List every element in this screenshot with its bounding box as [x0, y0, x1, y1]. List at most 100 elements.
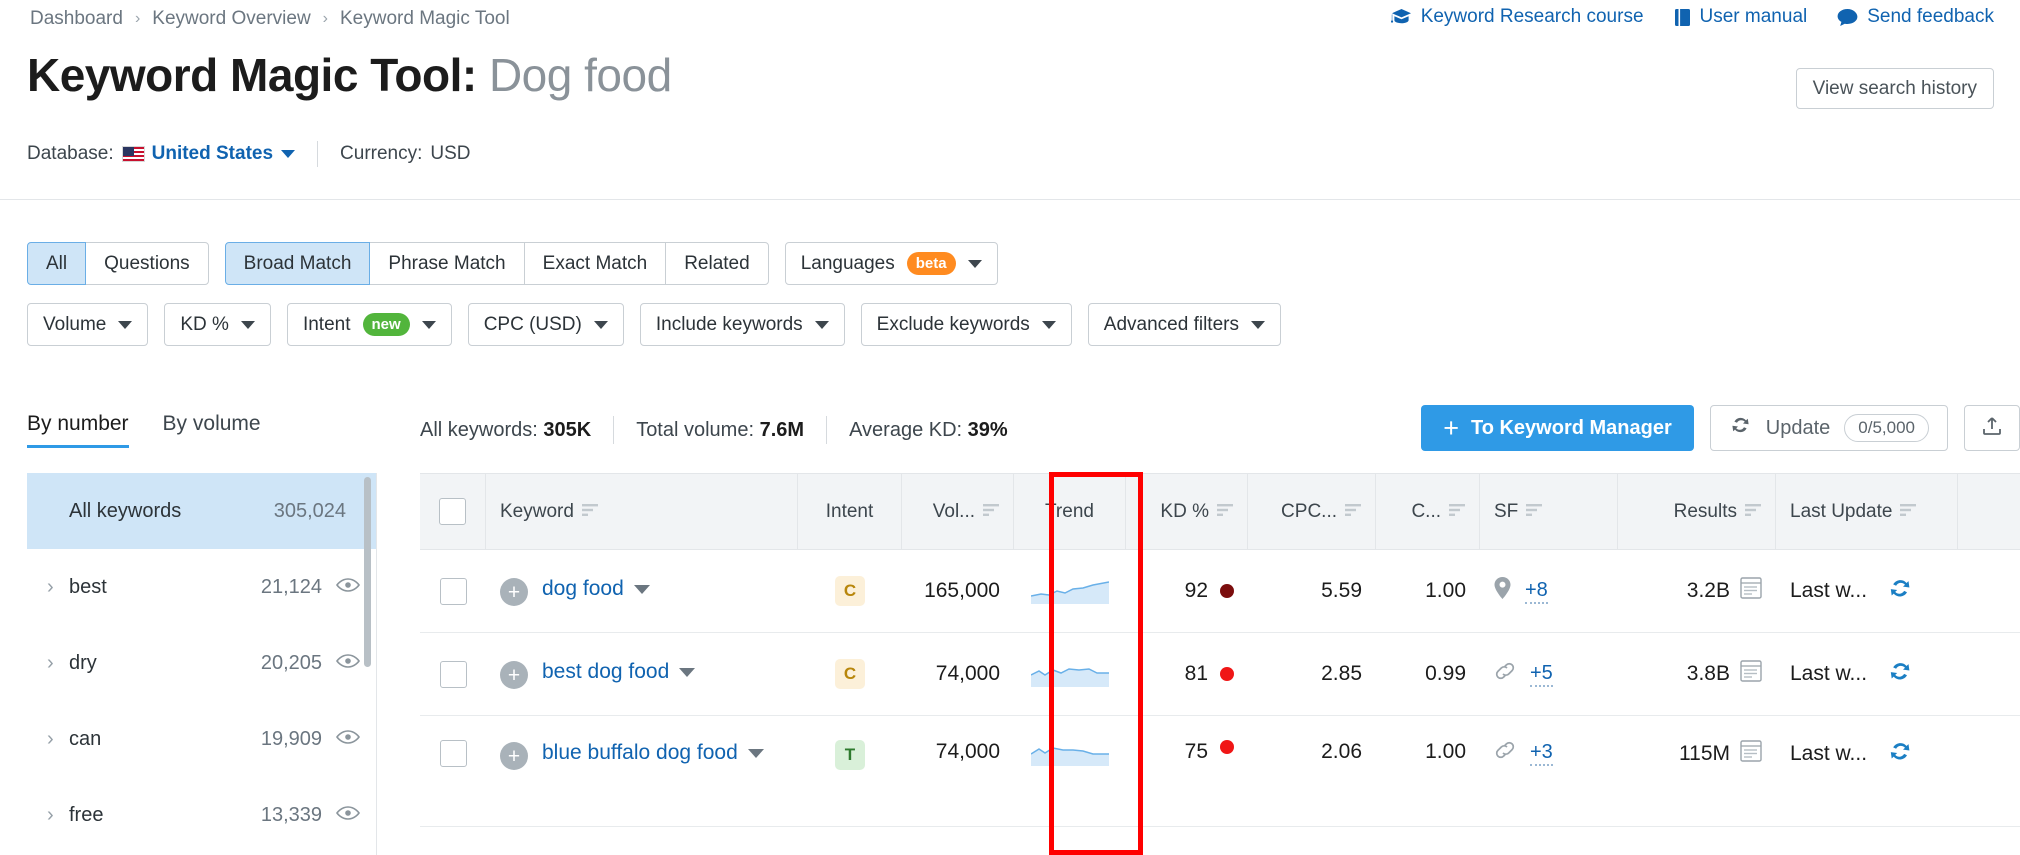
row-checkbox[interactable]: [439, 577, 467, 605]
database-country-value[interactable]: United States: [152, 143, 273, 165]
row-select-cell[interactable]: [420, 716, 486, 826]
select-all-checkbox[interactable]: [439, 498, 466, 525]
row-checkbox[interactable]: [439, 660, 467, 688]
serp-preview-icon[interactable]: [1740, 660, 1762, 688]
results-cell: 3.2B: [1618, 550, 1776, 632]
th-last-update[interactable]: Last Update: [1776, 474, 1958, 549]
kd-filter-dropdown[interactable]: KD %: [164, 303, 271, 346]
volume-filter-dropdown[interactable]: Volume: [27, 303, 149, 346]
row-select-cell[interactable]: [420, 633, 486, 715]
tab-questions[interactable]: Questions: [85, 242, 209, 285]
eye-icon[interactable]: [336, 804, 360, 827]
breadcrumb-item-dashboard[interactable]: Dashboard: [30, 8, 123, 30]
export-button[interactable]: [1964, 405, 2020, 451]
intent-filter-dropdown[interactable]: Intent new: [286, 303, 452, 346]
sidebar-item-best[interactable]: › best 21,124: [27, 549, 376, 625]
th-competition[interactable]: C...: [1376, 474, 1480, 549]
advanced-filters-dropdown[interactable]: Advanced filters: [1087, 303, 1281, 346]
tab-exact-match[interactable]: Exact Match: [523, 242, 667, 285]
sidebar-item-can[interactable]: › can 19,909: [27, 701, 376, 777]
view-search-history-button[interactable]: View search history: [1795, 68, 1994, 109]
table-row[interactable]: + dog food C 165,000 92 5.59 1.00 +8 3.2…: [420, 550, 2020, 633]
sf-count-link[interactable]: +5: [1530, 662, 1553, 687]
sidebar-item-all-keywords-count: 305,024: [273, 499, 346, 522]
cpc-cell: 2.85: [1321, 662, 1362, 685]
kd-cell: 81: [1126, 633, 1248, 715]
eye-icon[interactable]: [336, 576, 360, 599]
breadcrumb-item-keyword-overview[interactable]: Keyword Overview: [152, 8, 310, 30]
update-button[interactable]: Update 0/5,000: [1709, 405, 1948, 451]
tab-by-volume[interactable]: By volume: [163, 412, 261, 448]
keyword-link[interactable]: best dog food: [542, 660, 669, 683]
th-keyword-label: Keyword: [500, 500, 574, 522]
th-results[interactable]: Results: [1618, 474, 1776, 549]
chevron-down-icon[interactable]: [679, 667, 696, 677]
th-cpc[interactable]: CPC...: [1248, 474, 1376, 549]
chevron-down-icon[interactable]: [281, 150, 296, 158]
sf-count-link[interactable]: +8: [1525, 579, 1548, 604]
sort-icon[interactable]: [1217, 501, 1233, 523]
sidebar-item-all-keywords[interactable]: All keywords 305,024: [27, 473, 376, 549]
table-row[interactable]: + blue buffalo dog food T 74,000 75 2.06…: [420, 716, 2020, 827]
refresh-icon[interactable]: [1887, 740, 1913, 768]
breadcrumb-item-keyword-magic-tool[interactable]: Keyword Magic Tool: [340, 8, 510, 30]
chevron-right-icon[interactable]: ›: [47, 576, 69, 599]
th-keyword[interactable]: Keyword: [486, 474, 798, 549]
chevron-down-icon[interactable]: [633, 584, 650, 594]
eye-icon[interactable]: [336, 728, 360, 751]
sort-icon[interactable]: [983, 501, 999, 523]
sidebar-scrollbar[interactable]: [364, 477, 371, 667]
tab-all[interactable]: All: [27, 242, 87, 285]
chevron-right-icon[interactable]: ›: [47, 652, 69, 675]
sf-count-link[interactable]: +3: [1530, 741, 1553, 766]
exclude-keywords-dropdown[interactable]: Exclude keywords: [860, 303, 1072, 346]
th-intent[interactable]: Intent: [798, 474, 902, 549]
tab-by-number[interactable]: By number: [27, 412, 129, 448]
stat-all-keywords-value: 305K: [543, 418, 592, 441]
update-counter: 0/5,000: [1844, 414, 1929, 442]
serp-preview-icon[interactable]: [1740, 577, 1762, 605]
th-sf[interactable]: SF: [1480, 474, 1618, 549]
tab-phrase-match[interactable]: Phrase Match: [369, 242, 525, 285]
breadcrumb-separator-icon: ›: [134, 10, 141, 27]
chevron-down-icon[interactable]: [747, 748, 764, 758]
th-select-all[interactable]: [420, 474, 486, 549]
th-volume[interactable]: Vol...: [902, 474, 1014, 549]
chevron-down-icon: [118, 320, 133, 329]
user-manual-link[interactable]: User manual: [1674, 6, 1807, 28]
tab-exact-match-label: Exact Match: [542, 252, 648, 274]
sidebar-item-free[interactable]: › free 13,339: [27, 777, 376, 853]
sidebar-item-dry[interactable]: › dry 20,205: [27, 625, 376, 701]
to-keyword-manager-button[interactable]: + To Keyword Manager: [1421, 405, 1694, 451]
refresh-icon[interactable]: [1887, 660, 1913, 688]
add-keyword-icon[interactable]: +: [500, 661, 528, 689]
add-keyword-icon[interactable]: +: [500, 742, 528, 770]
cpc-filter-dropdown[interactable]: CPC (USD): [467, 303, 624, 346]
keyword-link[interactable]: blue buffalo dog food: [542, 741, 738, 764]
keyword-research-course-link[interactable]: Keyword Research course: [1390, 6, 1644, 28]
include-keywords-dropdown[interactable]: Include keywords: [639, 303, 845, 346]
sort-icon[interactable]: [1449, 501, 1465, 523]
refresh-icon[interactable]: [1887, 577, 1913, 605]
sort-icon[interactable]: [1745, 501, 1761, 523]
languages-dropdown[interactable]: Languages beta: [784, 242, 998, 285]
send-feedback-label: Send feedback: [1867, 6, 1994, 27]
tab-broad-match[interactable]: Broad Match: [224, 242, 371, 285]
th-kd[interactable]: KD %: [1126, 474, 1248, 549]
add-keyword-icon[interactable]: +: [500, 578, 528, 606]
send-feedback-link[interactable]: Send feedback: [1837, 6, 1994, 28]
tab-related[interactable]: Related: [665, 242, 769, 285]
chevron-right-icon[interactable]: ›: [47, 804, 69, 827]
row-checkbox[interactable]: [439, 740, 467, 767]
sort-icon[interactable]: [581, 501, 598, 523]
sort-icon[interactable]: [1345, 501, 1361, 523]
eye-icon[interactable]: [336, 652, 360, 675]
sort-icon[interactable]: [1900, 501, 1917, 523]
row-select-cell[interactable]: [420, 550, 486, 632]
divider: [613, 416, 615, 444]
keyword-link[interactable]: dog food: [542, 577, 624, 600]
table-row[interactable]: + best dog food C 74,000 81 2.85 0.99 +5…: [420, 633, 2020, 716]
serp-preview-icon[interactable]: [1740, 740, 1762, 768]
sort-icon[interactable]: [1526, 501, 1543, 523]
chevron-right-icon[interactable]: ›: [47, 728, 69, 751]
